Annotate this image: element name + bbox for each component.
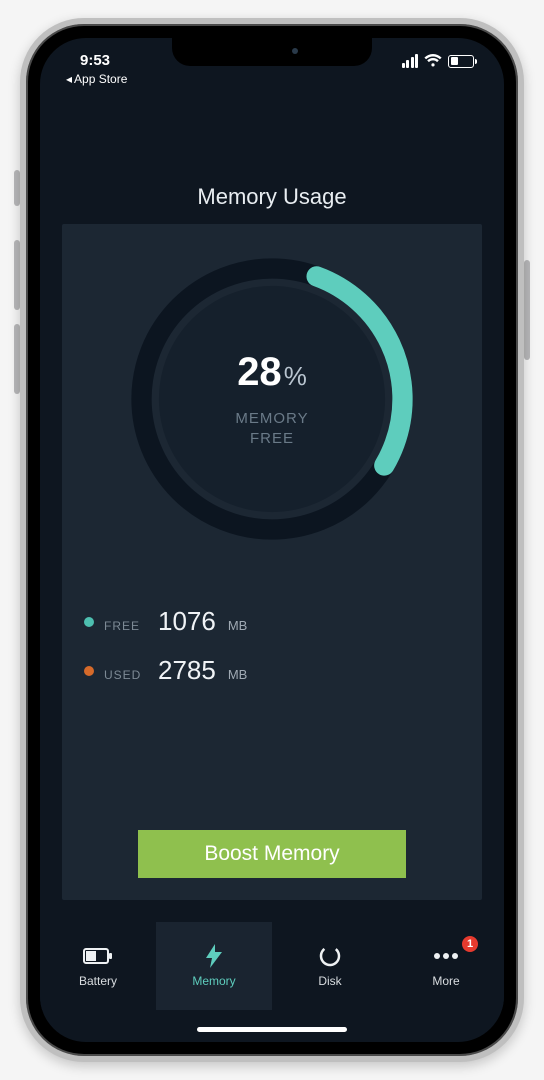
back-label: App Store	[74, 72, 127, 86]
stat-free-row: FREE 1076 MB	[84, 606, 460, 637]
memory-ring: 28 % MEMORY FREE	[127, 254, 417, 544]
used-unit: MB	[228, 667, 248, 682]
page-title: Memory Usage	[40, 184, 504, 210]
percent-sign: %	[284, 361, 307, 392]
ring-label: MEMORY FREE	[235, 409, 308, 448]
more-dots-icon	[433, 944, 459, 968]
tab-battery[interactable]: Battery	[40, 922, 156, 1010]
free-label: FREE	[104, 619, 148, 633]
main-panel: 28 % MEMORY FREE FREE 1076 MB	[62, 224, 482, 900]
back-chevron-icon: ◂	[66, 72, 72, 86]
notch	[172, 38, 372, 66]
tab-disk-label: Disk	[318, 974, 341, 988]
used-value: 2785	[158, 655, 216, 686]
power-button	[524, 260, 530, 360]
free-value: 1076	[158, 606, 216, 637]
free-dot-icon	[84, 617, 94, 627]
bolt-icon	[206, 944, 222, 968]
wifi-icon	[424, 54, 442, 68]
ring-label-line2: FREE	[235, 429, 308, 449]
stats: FREE 1076 MB USED 2785 MB	[84, 606, 460, 704]
back-to-app-store[interactable]: ◂ App Store	[66, 72, 127, 86]
ring-label-line1: MEMORY	[235, 409, 308, 429]
tab-more-label: More	[432, 974, 459, 988]
tab-bar: Battery Memory Disk	[40, 922, 504, 1010]
ring-percent: 28 %	[237, 350, 307, 395]
percent-value: 28	[237, 350, 282, 395]
used-label: USED	[104, 668, 148, 682]
phone-frame: 9:53 ◂ App Store Memory Usage	[20, 18, 524, 1062]
ring-center: 28 % MEMORY FREE	[127, 254, 417, 544]
cellular-signal-icon	[402, 54, 419, 68]
tab-more[interactable]: More 1	[388, 922, 504, 1010]
tab-memory[interactable]: Memory	[156, 922, 272, 1010]
battery-icon	[83, 944, 113, 968]
status-time: 9:53	[80, 52, 110, 69]
more-badge: 1	[462, 936, 478, 952]
battery-status-icon	[448, 55, 474, 68]
stat-used-row: USED 2785 MB	[84, 655, 460, 686]
used-dot-icon	[84, 666, 94, 676]
disk-ring-icon	[319, 944, 341, 968]
home-indicator[interactable]	[197, 1027, 347, 1032]
tab-memory-label: Memory	[192, 974, 235, 988]
boost-memory-button[interactable]: Boost Memory	[138, 830, 406, 878]
tab-disk[interactable]: Disk	[272, 922, 388, 1010]
tab-battery-label: Battery	[79, 974, 117, 988]
screen: 9:53 ◂ App Store Memory Usage	[40, 38, 504, 1042]
status-right	[402, 54, 475, 68]
free-unit: MB	[228, 618, 248, 633]
